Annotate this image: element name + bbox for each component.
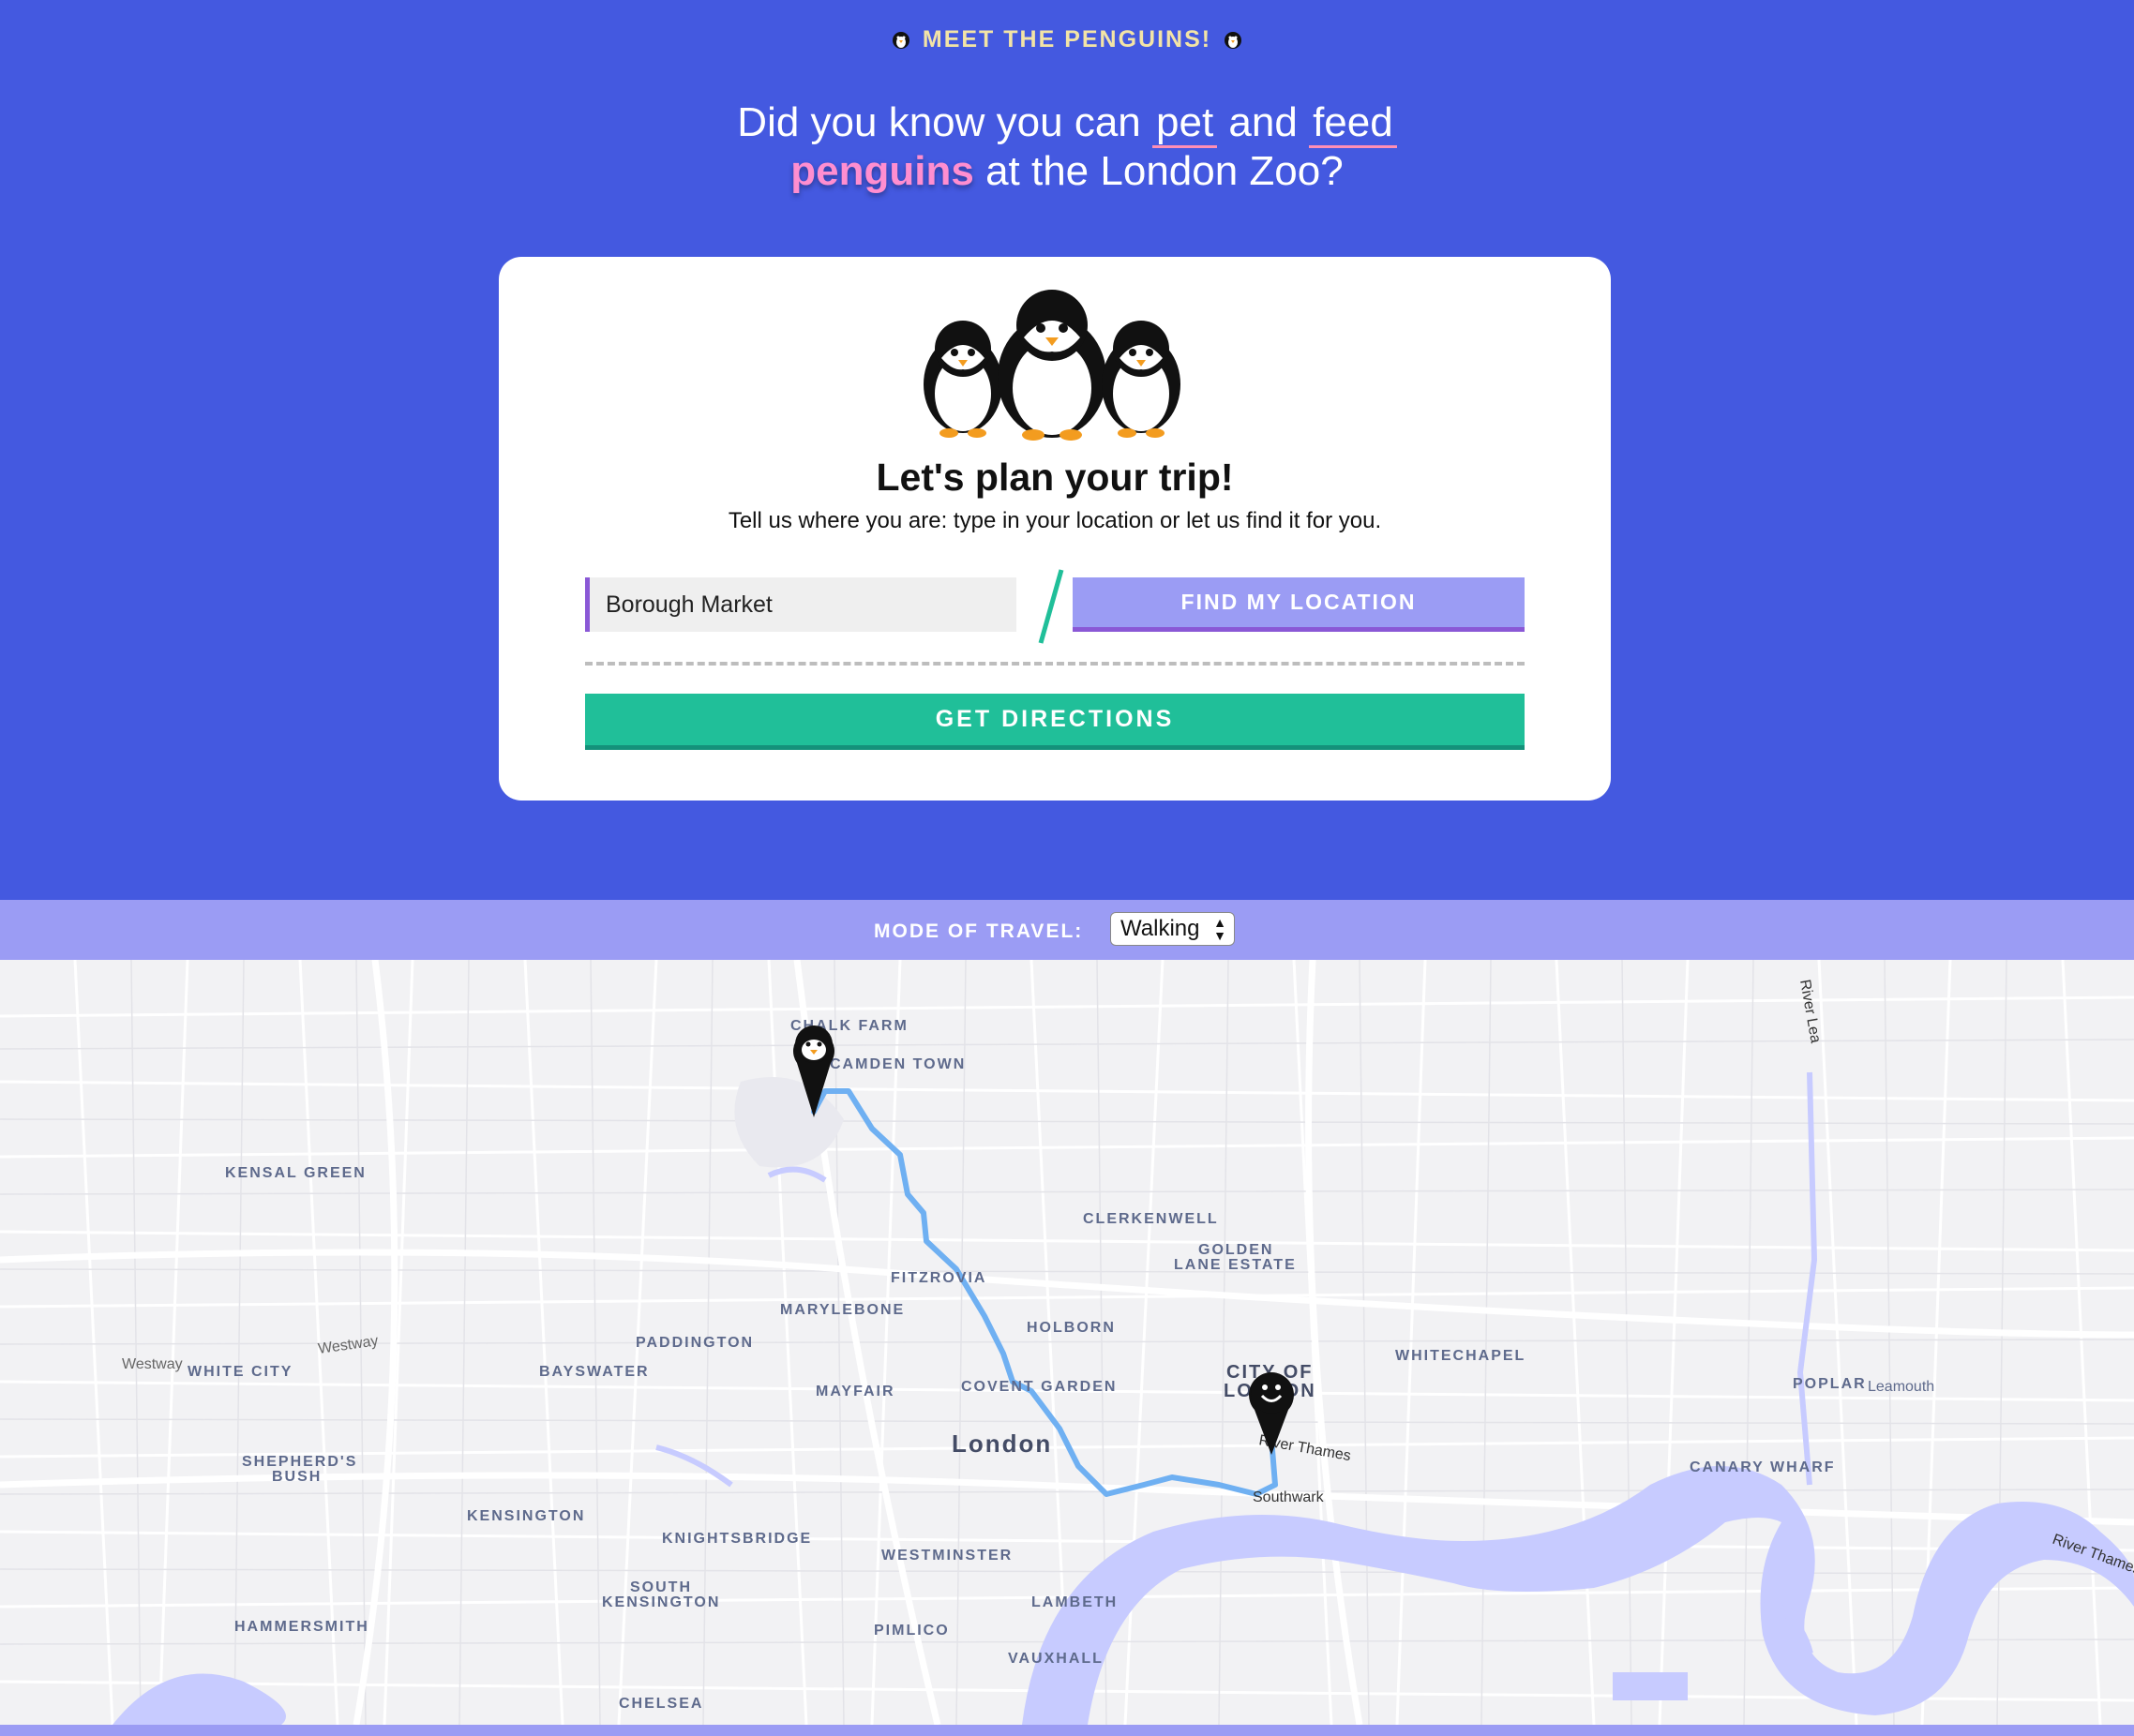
mode-of-travel-label: MODE OF TRAVEL: [874,920,1084,942]
find-my-location-button[interactable]: FIND MY LOCATION [1073,577,1525,632]
map-label: WHITECHAPEL [1395,1348,1525,1364]
headline-pre: Did you know you can [737,99,1141,145]
dashed-divider [585,662,1525,666]
map-label: WHITE CITY [188,1364,293,1380]
map-label: KENSINGTON [602,1594,720,1610]
headline-feed: feed [1309,99,1397,148]
map-label: LAMBETH [1031,1594,1118,1610]
map-label: Westway [317,1333,379,1357]
map-label: Southwark [1253,1489,1325,1505]
map-label: KENSAL GREEN [225,1165,367,1181]
map-label: KNIGHTSBRIDGE [662,1531,812,1547]
map-label: SHEPHERD'S [242,1454,357,1470]
map-label: HOLBORN [1027,1320,1116,1336]
map-label: HAMMERSMITH [234,1619,369,1635]
location-input[interactable] [585,577,1016,632]
headline-and: and [1228,99,1298,145]
map-label: SOUTH [630,1579,692,1595]
map-label: PIMLICO [874,1623,950,1639]
map-label: Leamouth [1868,1379,1934,1395]
map-label: WESTMINSTER [881,1548,1013,1564]
trip-planner-card: Let's plan your trip! Tell us where you … [499,257,1611,801]
penguin-icon [892,32,909,49]
kicker: MEET THE PENGUINS! [0,26,2134,53]
mode-of-travel-bar: MODE OF TRAVEL: Walking ▲ ▼ [0,900,2134,960]
card-title: Let's plan your trip! [876,456,1234,499]
mode-selected-value: Walking [1120,916,1200,941]
headline-penguins: penguins [790,148,974,194]
route-map[interactable]: CHALK FARM CAMDEN TOWN KENSAL GREEN CLER… [0,960,2134,1725]
headline-pet: pet [1152,99,1218,148]
map-label: GOLDEN [1198,1242,1273,1258]
map-label: CHELSEA [619,1696,703,1712]
map-label: MARYLEBONE [780,1302,905,1318]
map-label: COVENT GARDEN [961,1379,1117,1395]
penguin-family-illustration [924,290,1180,441]
map-label: MAYFAIR [816,1384,895,1399]
slash-divider [1038,569,1064,644]
map-label: CANARY WHARF [1690,1459,1836,1475]
mode-of-travel-select[interactable]: Walking ▲ ▼ [1110,912,1235,946]
bottom-strip [0,1725,2134,1736]
map-label: POPLAR [1793,1376,1867,1392]
map-label: Westway [122,1356,183,1372]
kicker-text: MEET THE PENGUINS! [922,26,1212,52]
map-label: CAMDEN TOWN [830,1056,966,1072]
headline-post: at the London Zoo? [985,148,1344,194]
map-canvas[interactable]: CHALK FARM CAMDEN TOWN KENSAL GREEN CLER… [0,960,2134,1725]
select-arrows-icon: ▲ ▼ [1213,915,1226,943]
get-directions-button[interactable]: GET DIRECTIONS [585,694,1525,750]
map-label: CLERKENWELL [1083,1211,1219,1227]
card-subtitle: Tell us where you are: type in your loca… [728,508,1382,533]
map-label: FITZROVIA [891,1270,986,1286]
headline: Did you know you can pet and feed pengui… [0,98,2134,196]
map-label: KENSINGTON [467,1508,585,1524]
hero-section: MEET THE PENGUINS! Did you know you can … [0,0,2134,900]
map-label: BUSH [272,1469,322,1485]
map-label: PADDINGTON [636,1335,754,1351]
map-label: VAUXHALL [1008,1651,1104,1667]
map-label: BAYSWATER [539,1364,650,1380]
penguin-icon [1225,32,1242,49]
map-label: LANE ESTATE [1174,1257,1297,1273]
map-label: London [952,1429,1052,1458]
